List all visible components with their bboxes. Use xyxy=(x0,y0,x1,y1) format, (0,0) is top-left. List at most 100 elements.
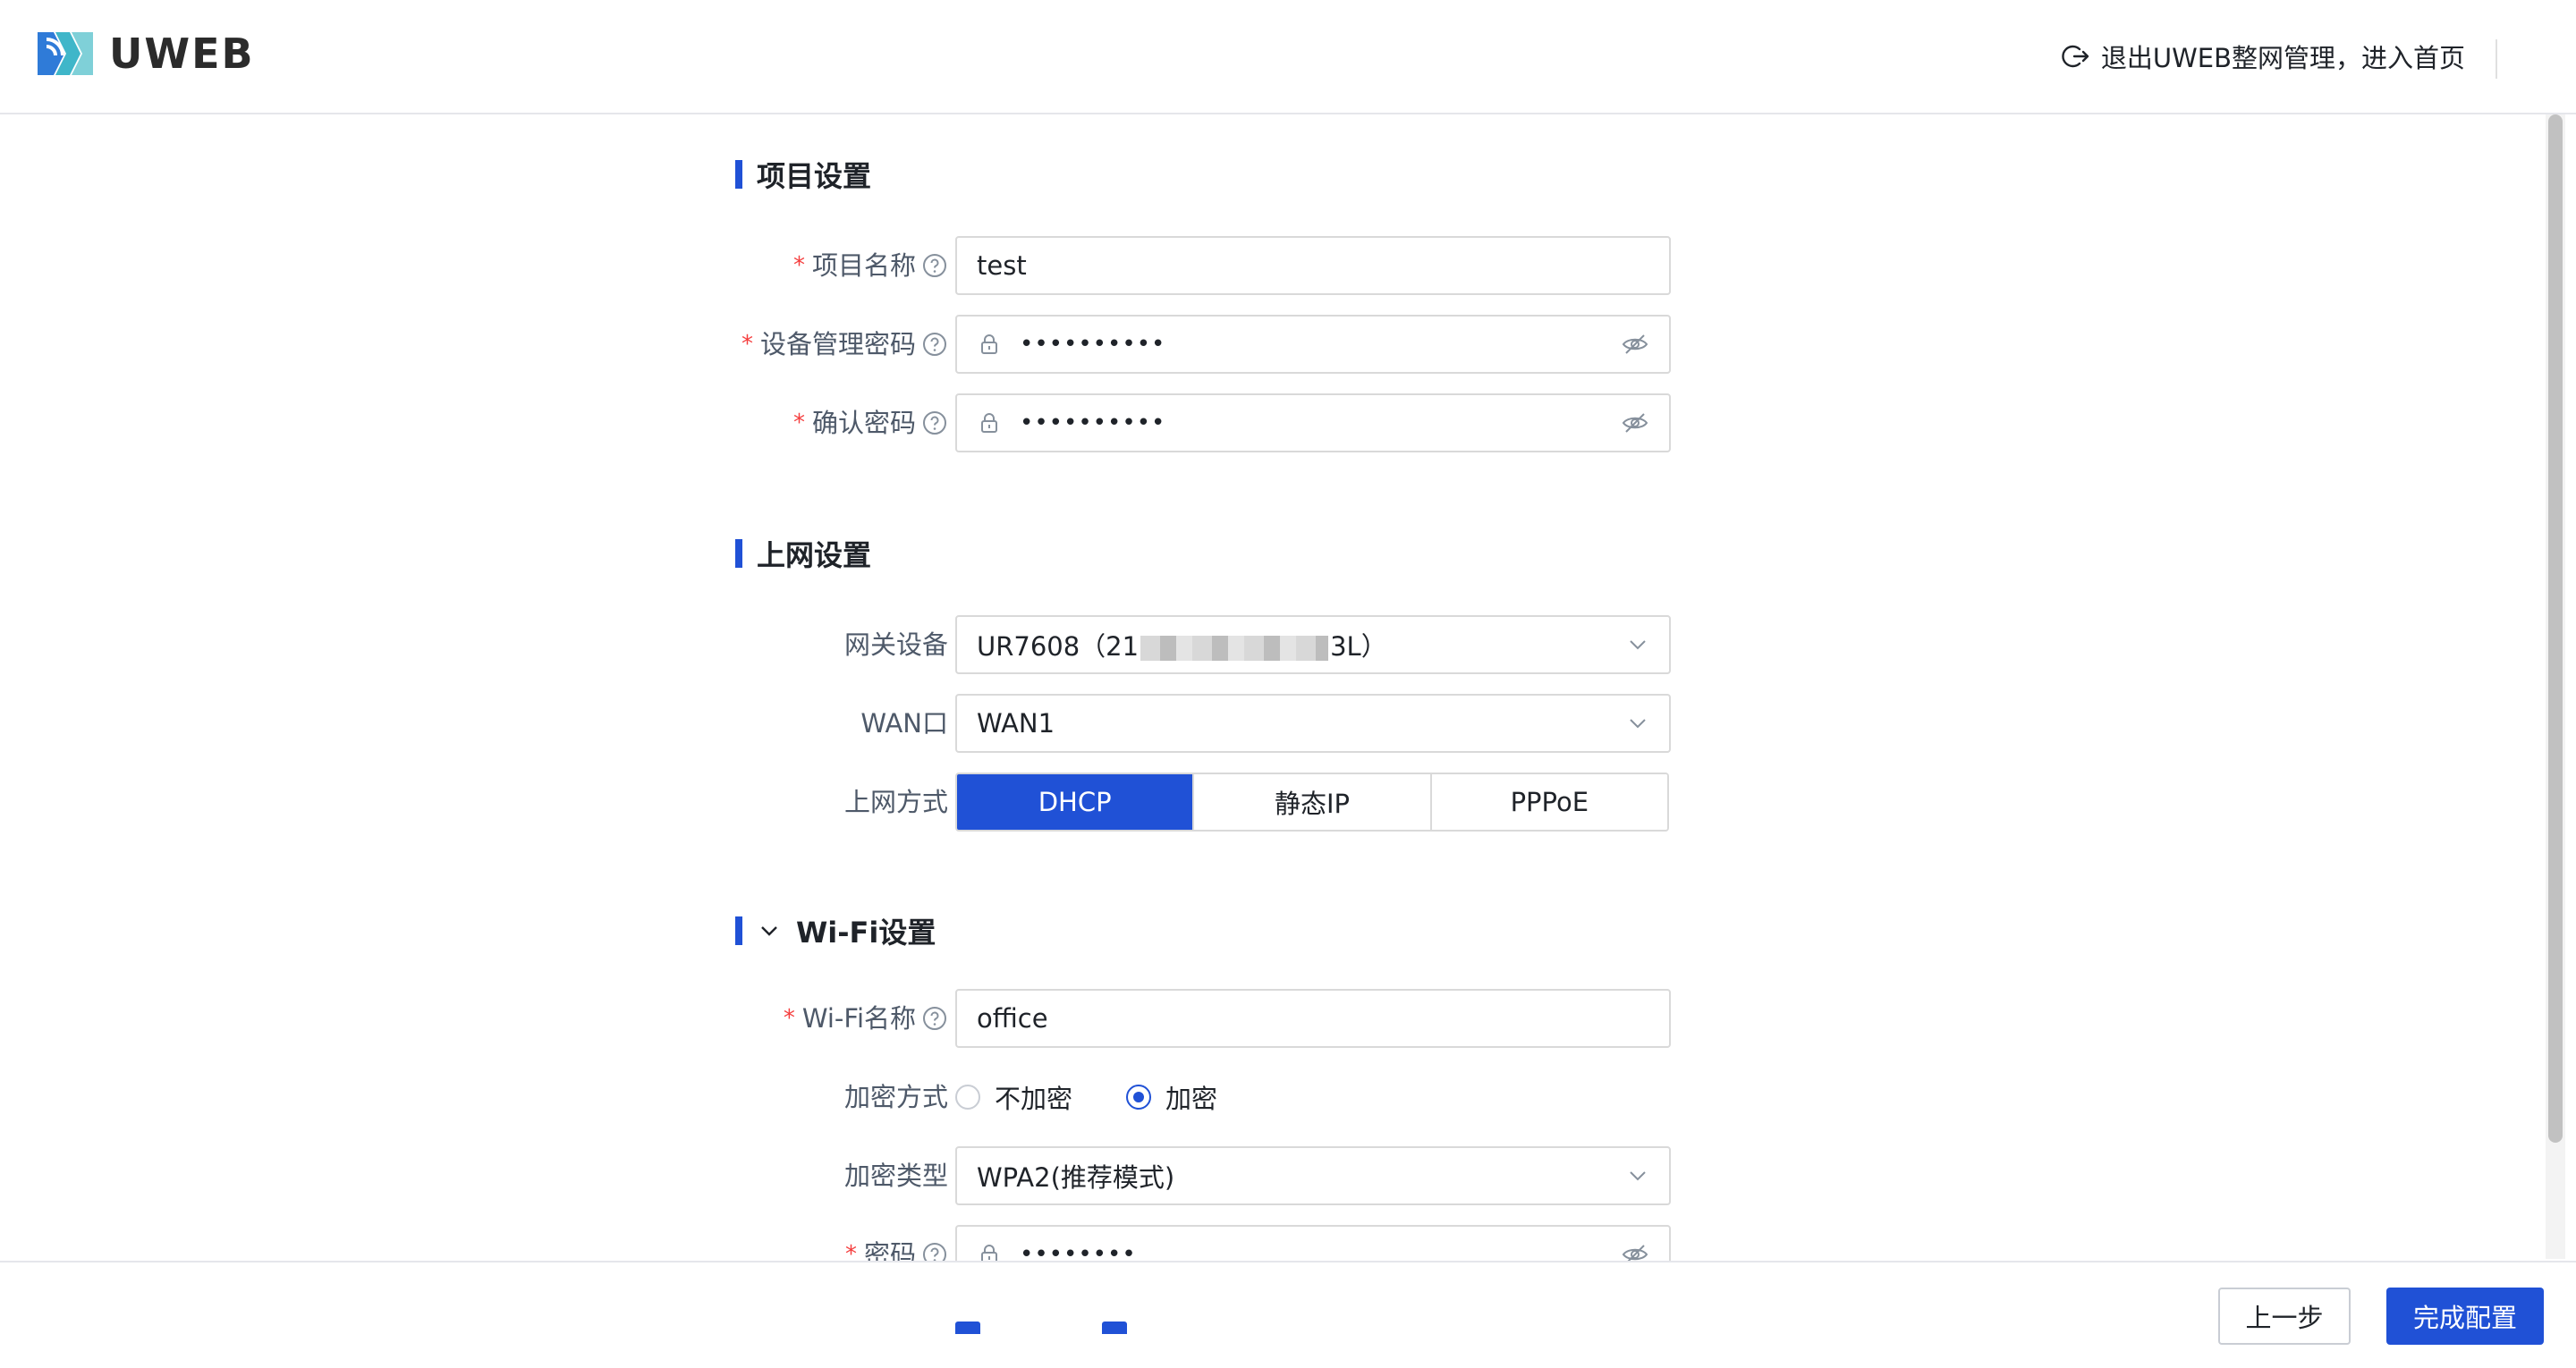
gateway-value-suffix: 3L） xyxy=(1330,631,1387,662)
chevron-down-icon xyxy=(1630,1171,1646,1181)
radio-no-encryption[interactable]: 不加密 xyxy=(955,1078,1072,1116)
section-wifi-label: Wi-Fi设置 xyxy=(796,916,936,950)
help-icon[interactable] xyxy=(921,410,948,436)
gateway-value: UR7608（21 3L） xyxy=(977,626,1626,663)
encryption-radio-group: 不加密 加密 xyxy=(955,1068,1271,1127)
radio-encryption[interactable]: 加密 xyxy=(1126,1078,1217,1116)
internet-mode-segmented: DHCP 静态IP PPPoE xyxy=(955,773,1669,832)
eye-hidden-icon[interactable] xyxy=(1621,409,1649,437)
project-name-label-text: 项目名称 xyxy=(811,250,916,281)
project-name-input[interactable]: test xyxy=(955,236,1671,295)
radio-checked-icon xyxy=(1126,1085,1152,1110)
exit-uweb-link[interactable]: 退出UWEB整网管理，进入首页 xyxy=(2062,38,2465,75)
row-encryption-type: 加密类型 WPA2(推荐模式) xyxy=(735,1146,1671,1205)
wifi-name-input[interactable]: office xyxy=(955,989,1671,1048)
admin-password-input[interactable]: •••••••••• xyxy=(955,315,1671,374)
wifi-password-value: •••••••• xyxy=(1020,1241,1137,1261)
mode-static-ip-button[interactable]: 静态IP xyxy=(1194,774,1432,830)
collapse-chevron-icon[interactable] xyxy=(757,918,782,943)
row-wifi-password: * 密码 •••••••• xyxy=(735,1225,1671,1261)
radio-encryption-label: 加密 xyxy=(1165,1084,1218,1114)
footer-bar: 上一步 完成配置 xyxy=(0,1261,2576,1368)
row-gateway: 网关设备 UR7608（21 3L） xyxy=(735,615,1671,674)
wan-label-text: WAN口 xyxy=(860,708,948,739)
encryption-type-value: WPA2(推荐模式) xyxy=(977,1162,1175,1193)
row-encryption-mode: 加密方式 不加密 加密 xyxy=(735,1068,1671,1127)
chevron-down-icon xyxy=(1630,640,1646,650)
encryption-type-label-text: 加密类型 xyxy=(843,1161,948,1191)
radio-unchecked-icon xyxy=(955,1085,980,1110)
gateway-value-prefix: UR7608（21 xyxy=(977,631,1140,662)
wifi-password-label-text: 密码 xyxy=(863,1239,916,1261)
help-icon[interactable] xyxy=(921,331,948,358)
mode-dhcp-button[interactable]: DHCP xyxy=(957,774,1195,830)
redacted-serial xyxy=(1140,636,1329,661)
section-accent-bar xyxy=(735,160,742,189)
logo-text: UWEB xyxy=(109,30,255,78)
admin-password-value: •••••••••• xyxy=(1020,331,1166,358)
row-wifi-name: * Wi-Fi名称 office xyxy=(735,989,1671,1048)
admin-password-label: * 设备管理密码 xyxy=(741,315,948,374)
encryption-mode-label-text: 加密方式 xyxy=(843,1082,948,1112)
internet-mode-label-text: 上网方式 xyxy=(843,787,948,817)
wan-label: WAN口 xyxy=(860,694,948,753)
required-mark: * xyxy=(792,410,805,436)
gateway-label-text: 网关设备 xyxy=(843,629,948,660)
help-icon[interactable] xyxy=(921,1241,948,1261)
section-internet-title: 上网设置 xyxy=(735,533,871,574)
wifi-name-label: * Wi-Fi名称 xyxy=(784,989,948,1048)
checkbox-partial[interactable] xyxy=(955,1322,980,1334)
required-mark: * xyxy=(783,1005,795,1032)
section-internet-label: 上网设置 xyxy=(757,538,872,572)
required-mark: * xyxy=(844,1241,857,1261)
wan-value: WAN1 xyxy=(977,708,1055,739)
logo: UWEB xyxy=(34,27,255,80)
logout-icon xyxy=(2062,45,2089,68)
row-admin-password: * 设备管理密码 •••••••••• xyxy=(735,315,1671,374)
section-accent-bar xyxy=(735,916,742,945)
encryption-type-label: 加密类型 xyxy=(844,1146,948,1205)
gateway-label: 网关设备 xyxy=(844,615,948,674)
wifi-password-label: * 密码 xyxy=(845,1225,948,1261)
radio-no-encryption-label: 不加密 xyxy=(995,1084,1073,1114)
row-confirm-password: * 确认密码 •••••••••• xyxy=(735,393,1671,452)
wifi-name-label-text: Wi-Fi名称 xyxy=(801,1003,916,1034)
project-name-value: test xyxy=(977,250,1027,281)
row-internet-mode: 上网方式 DHCP 静态IP PPPoE xyxy=(735,773,1671,832)
chevron-down-icon xyxy=(1630,719,1646,729)
wan-select[interactable]: WAN1 xyxy=(955,694,1671,753)
confirm-password-label: * 确认密码 xyxy=(793,393,948,452)
required-mark: * xyxy=(741,331,753,358)
confirm-password-value: •••••••••• xyxy=(1020,410,1166,436)
lock-icon xyxy=(981,334,997,354)
section-wifi-title[interactable]: Wi-Fi设置 xyxy=(735,910,936,951)
gateway-select[interactable]: UR7608（21 3L） xyxy=(955,615,1671,674)
admin-password-label-text: 设备管理密码 xyxy=(759,329,916,359)
finish-config-button[interactable]: 完成配置 xyxy=(2386,1288,2544,1345)
logo-mark-icon xyxy=(38,32,93,75)
previous-step-button[interactable]: 上一步 xyxy=(2218,1288,2351,1345)
wifi-name-value: office xyxy=(977,1003,1048,1034)
row-project-name: * 项目名称 test xyxy=(735,236,1671,295)
main-content: 项目设置 * 项目名称 test * 设备管理密码 •••••••••• * 确… xyxy=(0,116,2540,1261)
encryption-mode-label: 加密方式 xyxy=(844,1068,948,1127)
help-icon[interactable] xyxy=(921,1005,948,1032)
lock-icon xyxy=(981,1245,997,1261)
checkbox-partial[interactable] xyxy=(1102,1322,1127,1334)
top-header: UWEB 退出UWEB整网管理，进入首页 xyxy=(0,0,2576,114)
internet-mode-label: 上网方式 xyxy=(844,773,948,832)
help-icon[interactable] xyxy=(921,252,948,279)
confirm-password-input[interactable]: •••••••••• xyxy=(955,393,1671,452)
section-accent-bar xyxy=(735,539,742,568)
eye-hidden-icon[interactable] xyxy=(1621,330,1649,359)
scrollbar-thumb[interactable] xyxy=(2548,114,2563,1143)
wifi-password-input[interactable]: •••••••• xyxy=(955,1225,1671,1261)
encryption-type-select[interactable]: WPA2(推荐模式) xyxy=(955,1146,1671,1205)
header-divider xyxy=(2496,39,2497,79)
row-wan: WAN口 WAN1 xyxy=(735,694,1671,753)
eye-hidden-icon[interactable] xyxy=(1621,1240,1649,1261)
mode-pppoe-button[interactable]: PPPoE xyxy=(1431,774,1667,830)
section-project-title: 项目设置 xyxy=(735,154,871,195)
required-mark: * xyxy=(792,252,805,279)
section-project-label: 项目设置 xyxy=(757,159,872,193)
